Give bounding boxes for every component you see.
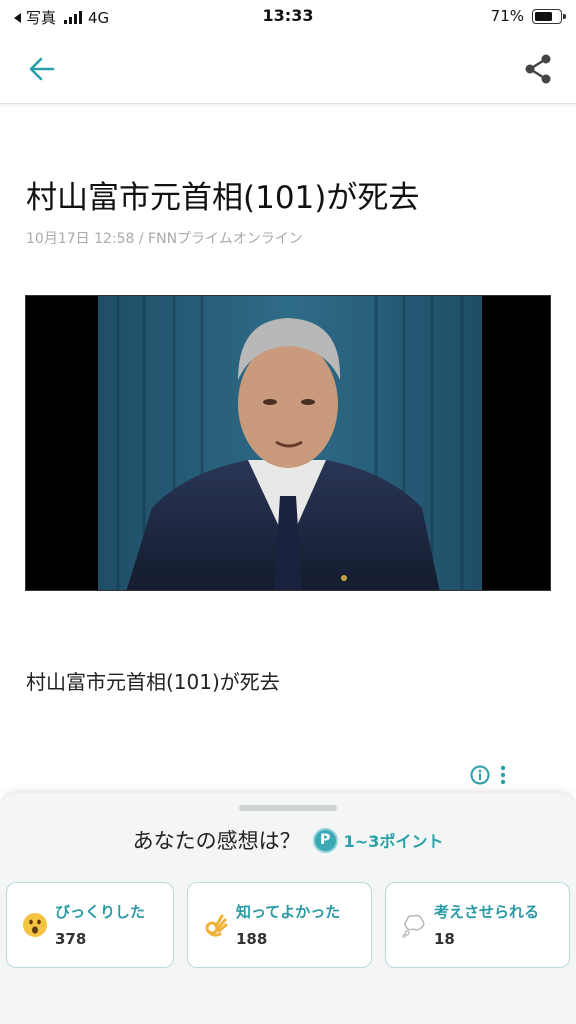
- reaction-label: びっくりした: [55, 903, 146, 921]
- nav-bar: [0, 34, 576, 104]
- info-icon[interactable]: [470, 765, 490, 785]
- reaction-question: あなたの感想は？: [132, 829, 301, 853]
- news-photo: [26, 296, 550, 590]
- more-vertical-icon[interactable]: [500, 765, 506, 785]
- reaction-sheet: あなたの感想は？ P 1~3ポイント びっくりした 378 知ってよかった 18…: [0, 793, 576, 1024]
- reaction-surprised-button[interactable]: びっくりした 378: [6, 882, 174, 968]
- status-time: 13:33: [262, 6, 314, 25]
- point-icon: P: [312, 827, 338, 853]
- article-meta: 10月17日 12:58 / FNNプライムオンライン: [26, 231, 303, 247]
- sheet-question-row: あなたの感想は？ P 1~3ポイント: [0, 825, 576, 855]
- article-title: 村山富市元首相(101)が死去: [26, 180, 420, 216]
- battery-percent: 71%: [490, 7, 524, 25]
- share-button[interactable]: [518, 49, 558, 89]
- reaction-count: 18: [434, 930, 455, 948]
- ad-info[interactable]: [470, 762, 518, 788]
- battery-icon: [532, 8, 566, 24]
- status-bar: 写真 4G 13:33 71%: [0, 0, 576, 34]
- sheet-handle[interactable]: [239, 805, 337, 811]
- article-image[interactable]: [25, 295, 551, 591]
- arrow-left-icon: [29, 57, 55, 81]
- share-icon: [525, 54, 551, 84]
- reaction-thought-provoking-button[interactable]: 考えさせられる 18: [385, 882, 570, 968]
- battery-level: [535, 11, 553, 21]
- back-button[interactable]: [22, 51, 62, 87]
- reaction-label: 考えさせられる: [434, 903, 540, 921]
- ok-hand-icon: [202, 911, 230, 939]
- reaction-count: 188: [236, 930, 268, 948]
- article-body: 村山富市元首相(101)が死去: [26, 670, 280, 694]
- surprised-face-icon: [21, 911, 49, 939]
- reaction-count: 378: [55, 930, 87, 948]
- status-right: 71%: [490, 7, 566, 25]
- reaction-good-to-know-button[interactable]: 知ってよかった 188: [187, 882, 372, 968]
- reaction-label: 知ってよかった: [236, 903, 341, 921]
- thought-bubble-icon: [400, 911, 428, 939]
- point-range: 1~3ポイント: [343, 832, 444, 851]
